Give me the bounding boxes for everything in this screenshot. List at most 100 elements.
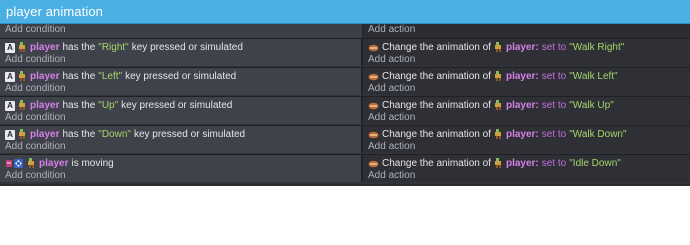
object-name: player <box>30 129 60 140</box>
action-text: Change the animation of <box>382 71 491 82</box>
set-to-keyword: set to <box>541 71 567 82</box>
object-name: player: <box>505 158 539 169</box>
event-row: A player has the "Right" key pressed or … <box>0 38 690 66</box>
key-value: "Down" <box>98 129 131 140</box>
object-name: player: <box>505 42 539 53</box>
key-value: "Up" <box>98 100 119 111</box>
add-action-link[interactable]: Add action <box>363 83 415 95</box>
player-sprite-icon <box>494 71 503 82</box>
condition-is-moving[interactable]: player is moving <box>0 157 361 170</box>
action-change-animation[interactable]: Change the animation of player: set to "… <box>363 70 690 83</box>
action-change-animation[interactable]: Change the animation of player: set to "… <box>363 99 690 112</box>
animation-icon <box>368 44 379 52</box>
group-title: player animation <box>6 4 103 19</box>
event-actions: Change the animation of player: set to "… <box>363 39 690 66</box>
animation-icon <box>368 131 379 139</box>
group-top-row: Add condition Add action <box>0 24 690 38</box>
add-condition-link[interactable]: Add condition <box>0 24 66 36</box>
keyboard-a-icon: A <box>5 71 15 82</box>
add-action-link[interactable]: Add action <box>363 24 415 36</box>
condition-text-end: key pressed or simulated <box>133 129 246 140</box>
player-sprite-icon <box>18 100 27 111</box>
event-actions: Change the animation of player: set to "… <box>363 97 690 124</box>
add-condition-link[interactable]: Add condition <box>0 83 66 95</box>
event-row: A player has the "Up" key pressed or sim… <box>0 96 690 124</box>
set-to-keyword: set to <box>541 42 567 53</box>
event-conditions: A player has the "Down" key pressed or s… <box>0 126 363 153</box>
keyboard-a-icon: A <box>5 129 15 140</box>
action-text: Change the animation of <box>382 158 491 169</box>
condition-text-end: key pressed or simulated <box>125 71 237 82</box>
event-row: player is moving Add condition Change th… <box>0 154 690 182</box>
action-change-animation[interactable]: Change the animation of player: set to "… <box>363 41 690 54</box>
condition-text: has the <box>62 100 96 111</box>
event-conditions: player is moving Add condition <box>0 155 363 182</box>
condition-key-pressed[interactable]: A player has the "Down" key pressed or s… <box>0 128 361 141</box>
movement-icon <box>5 159 24 168</box>
condition-key-pressed[interactable]: A player has the "Left" key pressed or s… <box>0 70 361 83</box>
condition-text: has the <box>62 71 96 82</box>
action-change-animation[interactable]: Change the animation of player: set to "… <box>363 128 690 141</box>
event-actions: Change the animation of player: set to "… <box>363 68 690 95</box>
player-sprite-icon <box>494 129 503 140</box>
animation-value: "Walk Down" <box>569 129 627 140</box>
condition-text-end: key pressed or simulated <box>131 42 243 53</box>
set-to-keyword: set to <box>541 129 567 140</box>
group-conditions: Add condition <box>0 24 363 38</box>
condition-key-pressed[interactable]: A player has the "Up" key pressed or sim… <box>0 99 361 112</box>
add-condition-link[interactable]: Add condition <box>0 141 66 153</box>
animation-value: "Idle Down" <box>569 158 621 169</box>
add-action-link[interactable]: Add action <box>363 112 415 124</box>
player-sprite-icon <box>494 42 503 53</box>
animation-icon <box>368 160 379 168</box>
event-group-header[interactable]: player animation <box>0 0 690 24</box>
animation-value: "Walk Up" <box>569 100 614 111</box>
event-conditions: A player has the "Up" key pressed or sim… <box>0 97 363 124</box>
player-sprite-icon <box>494 158 503 169</box>
add-action-link[interactable]: Add action <box>363 54 415 66</box>
player-sprite-icon <box>18 71 27 82</box>
condition-text: is moving <box>71 158 114 169</box>
object-name: player <box>30 42 60 53</box>
player-sprite-icon <box>18 42 27 53</box>
object-name: player: <box>505 100 539 111</box>
event-conditions: A player has the "Left" key pressed or s… <box>0 68 363 95</box>
condition-text: has the <box>62 129 96 140</box>
sheet-bottom-border <box>0 184 690 186</box>
animation-icon <box>368 73 379 81</box>
add-condition-link[interactable]: Add condition <box>0 112 66 124</box>
add-action-link[interactable]: Add action <box>363 170 415 182</box>
keyboard-a-icon: A <box>5 42 15 53</box>
set-to-keyword: set to <box>541 100 567 111</box>
key-value: "Left" <box>98 71 123 82</box>
add-action-link[interactable]: Add action <box>363 141 415 153</box>
action-change-animation[interactable]: Change the animation of player: set to "… <box>363 157 690 170</box>
condition-key-pressed[interactable]: A player has the "Right" key pressed or … <box>0 41 361 54</box>
add-condition-link[interactable]: Add condition <box>0 54 66 66</box>
add-condition-link[interactable]: Add condition <box>0 170 66 182</box>
event-actions: Change the animation of player: set to "… <box>363 155 690 182</box>
event-actions: Change the animation of player: set to "… <box>363 126 690 153</box>
action-text: Change the animation of <box>382 129 491 140</box>
event-conditions: A player has the "Right" key pressed or … <box>0 39 363 66</box>
keyboard-a-icon: A <box>5 100 15 111</box>
condition-text-end: key pressed or simulated <box>121 100 233 111</box>
event-sheet: player animation Add condition Add actio… <box>0 0 690 186</box>
condition-text: has the <box>62 42 96 53</box>
action-text: Change the animation of <box>382 100 491 111</box>
player-sprite-icon <box>27 158 36 169</box>
event-row: A player has the "Down" key pressed or s… <box>0 125 690 153</box>
object-name: player <box>30 71 60 82</box>
animation-value: "Walk Right" <box>569 42 625 53</box>
object-name: player: <box>505 129 539 140</box>
animation-value: "Walk Left" <box>569 71 618 82</box>
set-to-keyword: set to <box>541 158 567 169</box>
group-actions: Add action <box>363 24 690 38</box>
player-sprite-icon <box>18 129 27 140</box>
player-sprite-icon <box>494 100 503 111</box>
object-name: player <box>39 158 69 169</box>
key-value: "Right" <box>98 42 129 53</box>
action-text: Change the animation of <box>382 42 491 53</box>
object-name: player <box>30 100 60 111</box>
event-row: A player has the "Left" key pressed or s… <box>0 67 690 95</box>
